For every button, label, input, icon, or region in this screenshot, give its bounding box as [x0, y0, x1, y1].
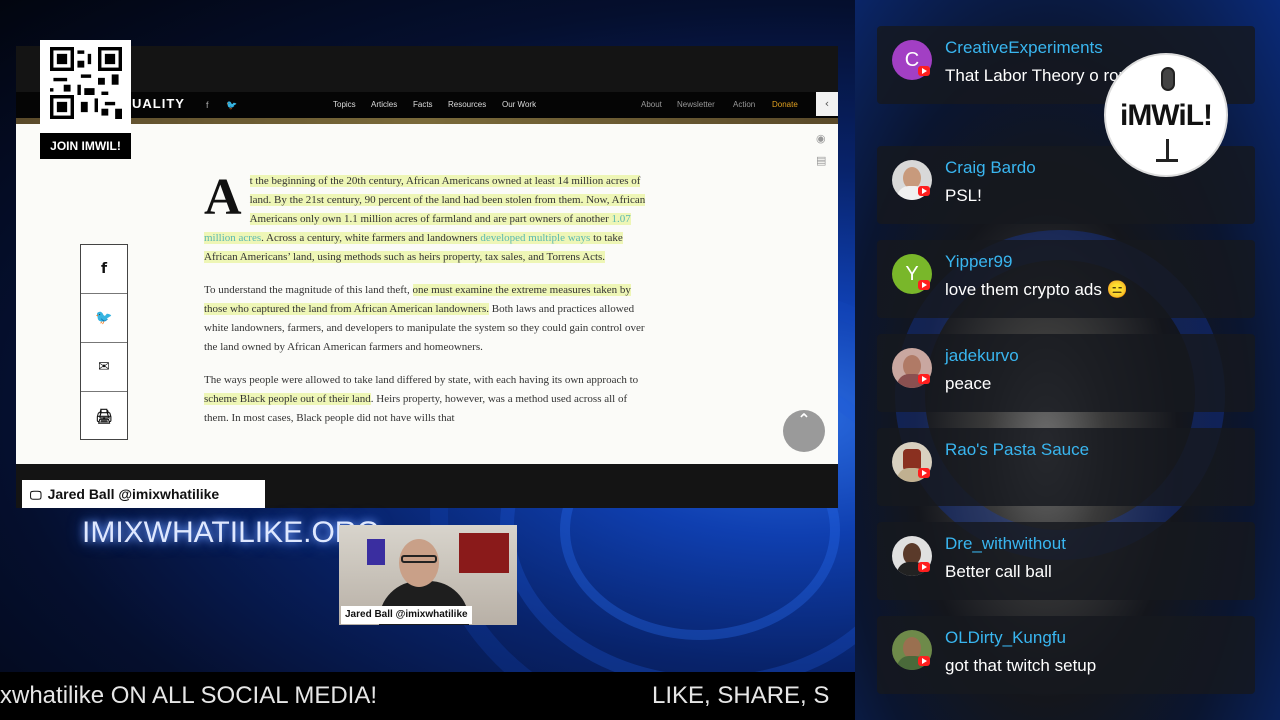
chat-username: Craig Bardo — [945, 158, 1036, 177]
chat-message: Dre_withwithout Better call ball — [877, 522, 1255, 600]
facebook-share-icon[interactable]: f — [81, 245, 127, 294]
chat-text: love them crypto ads 😑 — [945, 280, 1128, 299]
nav-link-facts[interactable]: Facts — [413, 100, 433, 109]
site-url: IMIXWHATILIKE.ORG — [82, 516, 380, 549]
chat-username: Dre_withwithout — [945, 534, 1066, 553]
note-icon[interactable]: ▤ — [816, 154, 826, 167]
donate-link[interactable]: Donate — [772, 100, 798, 109]
article-paragraph: The ways people were allowed to take lan… — [204, 374, 639, 424]
nav-link-our-work[interactable]: Our Work — [502, 100, 536, 109]
nav-link-articles[interactable]: Articles — [371, 100, 397, 109]
join-label: JOIN IMWIL! — [40, 133, 131, 159]
chat-message: Rao's Pasta Sauce — [877, 428, 1255, 506]
presenter-name-tag: 🖵 Jared Ball @imixwhatilike — [22, 480, 265, 508]
youtube-badge-icon — [918, 374, 930, 384]
youtube-badge-icon — [918, 280, 930, 290]
chat-username: CreativeExperiments — [945, 38, 1103, 57]
chat-message: OLDirty_Kungfu got that twitch setup — [877, 616, 1255, 694]
nav-link-about[interactable]: About — [641, 100, 662, 109]
chat-message: jadekurvo peace — [877, 334, 1255, 412]
monitor-icon: 🖵 — [30, 488, 42, 502]
site-logo[interactable]: UALITY — [132, 96, 185, 111]
imwil-logo: iMWiL! — [1104, 53, 1228, 177]
nav-link-resources[interactable]: Resources — [448, 100, 486, 109]
youtube-badge-icon — [918, 186, 930, 196]
youtube-badge-icon — [918, 66, 930, 76]
ticker-bar: xwhatilike ON ALL SOCIAL MEDIA! LIKE, SH… — [0, 672, 855, 720]
chat-text: peace — [945, 374, 992, 393]
article-link[interactable]: developed multiple ways — [480, 232, 591, 244]
chat-text: PSL! — [945, 186, 982, 205]
twitter-share-icon[interactable]: 🐦 — [81, 294, 127, 343]
chevron-left-icon[interactable]: ‹ — [816, 92, 838, 116]
ticker-text: LIKE, SHARE, S — [652, 682, 830, 709]
nav-link-topics[interactable]: Topics — [333, 100, 356, 109]
webcam-name-label: Jared Ball @imixwhatilike — [341, 606, 472, 624]
nav-link-action[interactable]: Action — [733, 100, 755, 109]
chat-username: Yipper99 — [945, 252, 1013, 271]
drop-cap: A — [204, 169, 242, 226]
print-icon[interactable]: 🖨 — [81, 392, 127, 441]
article-body: At the beginning of the 20th century, Af… — [204, 172, 654, 442]
eye-icon[interactable]: ◉ — [816, 132, 826, 145]
twitter-icon[interactable]: 🐦 — [226, 100, 237, 111]
ticker-text: xwhatilike ON ALL SOCIAL MEDIA! — [0, 682, 378, 709]
youtube-badge-icon — [918, 468, 930, 478]
screen-top-bar — [16, 46, 838, 92]
article-paragraph: To understand the magnitude of this land… — [204, 284, 645, 353]
email-share-icon[interactable]: ✉ — [81, 343, 127, 392]
facebook-icon[interactable]: f — [206, 100, 209, 110]
nav-link-newsletter[interactable]: Newsletter — [677, 100, 715, 109]
chat-username: jadekurvo — [945, 346, 1019, 365]
webcam-feed: Jared Ball @imixwhatilike — [339, 525, 517, 625]
qr-code — [50, 47, 122, 119]
youtube-badge-icon — [918, 562, 930, 572]
chat-text: got that twitch setup — [945, 656, 1097, 675]
site-nav-bar: UALITY f 🐦 Topics Articles Facts Resourc… — [16, 92, 838, 118]
microphone-icon — [1161, 67, 1175, 91]
youtube-badge-icon — [918, 656, 930, 666]
chat-username: Rao's Pasta Sauce — [945, 440, 1090, 459]
shared-screen: UALITY f 🐦 Topics Articles Facts Resourc… — [16, 46, 838, 508]
chat-text: Better call ball — [945, 562, 1052, 581]
qr-code-box: JOIN IMWIL! — [40, 40, 131, 159]
article-page: f 🐦 ✉ 🖨 At the beginning of the 20th cen… — [16, 124, 838, 464]
chat-message: Y Yipper99 love them crypto ads 😑 — [877, 240, 1255, 318]
chat-username: OLDirty_Kungfu — [945, 628, 1066, 647]
scroll-to-top-button[interactable]: ⌃ — [783, 410, 825, 452]
share-bar: f 🐦 ✉ 🖨 — [80, 244, 128, 440]
article-paragraph: At the beginning of the 20th century, Af… — [204, 169, 646, 263]
